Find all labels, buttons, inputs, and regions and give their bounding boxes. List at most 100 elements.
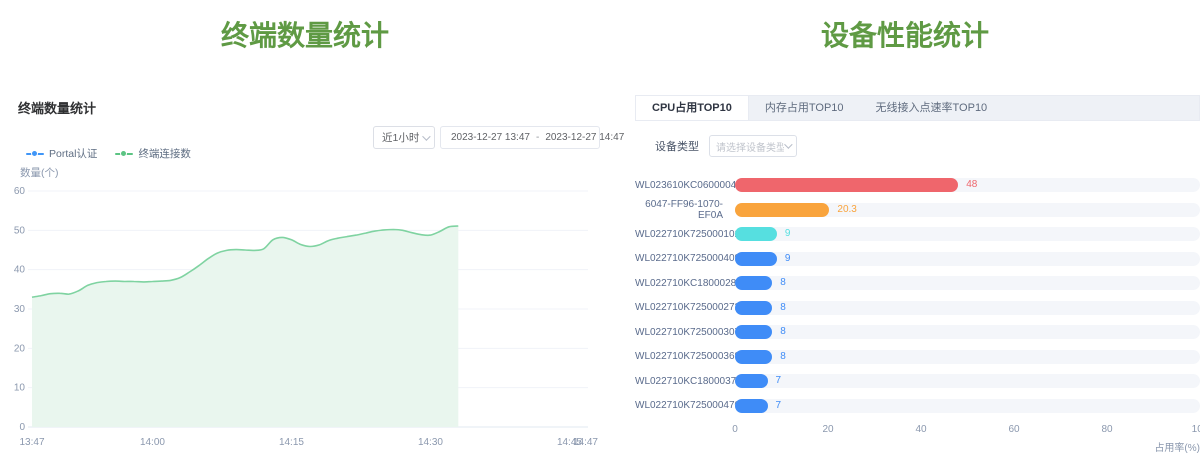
chevron-down-icon: [422, 132, 430, 140]
bar-category-label: WL023610KC06000043: [635, 180, 723, 191]
time-range-value: 近1小时: [382, 130, 419, 145]
bar-trackwrap: 9: [735, 252, 1200, 266]
bar-track: [735, 252, 1200, 266]
bar-track: [735, 325, 1200, 339]
x-tick-label: 100: [1192, 424, 1200, 435]
series-area-终端连接数: [32, 226, 458, 427]
legend-item[interactable]: 终端连接数: [115, 146, 191, 161]
axis-spacer: [635, 424, 735, 436]
cpu-top10-bar-chart: WL023610KC06000043 48 6047-FF96-1070-EF0A 2…: [635, 173, 1200, 454]
bar-category-label: WL022710K725000307: [635, 327, 723, 338]
bar-value-label: 20.3: [837, 204, 856, 215]
bar-fill: [735, 350, 772, 364]
legend-marker-icon: [26, 150, 44, 158]
bar-value-label: 9: [785, 253, 791, 264]
y-tick-label: 50: [14, 225, 26, 236]
bar-fill: [735, 301, 772, 315]
device-type-placeholder: 请选择设备类型: [716, 139, 784, 154]
x-tick-label: 0: [732, 424, 738, 435]
date-range-start: 2023-12-27 13:47: [451, 132, 530, 143]
bar-trackwrap: 8: [735, 301, 1200, 315]
y-tick-label: 30: [14, 304, 26, 315]
bar-category-label: WL022710K725000369: [635, 351, 723, 362]
terminal-count-area-chart: 010203040506013:4714:0014:1514:3014:4514…: [0, 183, 600, 456]
x-tick-label: 14:47: [573, 437, 598, 448]
bar-row: WL022710K725000307 8: [635, 320, 1200, 345]
bar-category-label: WL022710KC18000280: [635, 278, 723, 289]
bar-fill: [735, 203, 829, 217]
bar-fill: [735, 325, 772, 339]
bar-category-label: WL022710K725000272: [635, 302, 723, 313]
chart-legend: Portal认证 终端连接数: [26, 146, 191, 161]
bar-trackwrap: 8: [735, 276, 1200, 290]
y-tick-label: 20: [14, 343, 26, 354]
bar-trackwrap: 7: [735, 399, 1200, 413]
x-tick-label: 20: [822, 424, 833, 435]
bar-value-label: 9: [785, 228, 791, 239]
legend-item[interactable]: Portal认证: [26, 146, 97, 161]
bar-category-label: 6047-FF96-1070-EF0A: [635, 199, 723, 221]
bar-track: [735, 276, 1200, 290]
x-tick-label: 40: [915, 424, 926, 435]
x-tick-label: 14:30: [418, 437, 443, 448]
bar-fill: [735, 227, 777, 241]
legend-label: Portal认证: [49, 146, 97, 161]
device-perf-panel: CPU占用TOP10内存占用TOP10无线接入点速率TOP10 设备类型 请选择…: [635, 95, 1200, 454]
bar-track: [735, 350, 1200, 364]
bar-fill: [735, 276, 772, 290]
bar-trackwrap: 20.3: [735, 203, 1200, 217]
bar-row: WL022710KC18000280 8: [635, 271, 1200, 296]
bar-value-label: 7: [776, 400, 782, 411]
tab-CPU占用TOP10[interactable]: CPU占用TOP10: [636, 96, 749, 120]
dashboard-page: 终端数量统计 设备性能统计 终端数量统计 近1小时 2023-12-27 13:…: [0, 0, 1200, 456]
legend-label: 终端连接数: [138, 146, 191, 161]
left-section-heading: 终端数量统计: [0, 14, 610, 54]
bar-value-label: 48: [966, 179, 977, 190]
tab-bar: CPU占用TOP10内存占用TOP10无线接入点速率TOP10: [635, 95, 1200, 121]
bar-trackwrap: 7: [735, 374, 1200, 388]
y-tick-label: 0: [19, 422, 25, 433]
time-range-select[interactable]: 近1小时: [373, 126, 435, 149]
bar-row: WL022710K7250004707: [635, 394, 1200, 419]
bar-value-label: 8: [780, 302, 786, 313]
bar-row: WL022710K725000102 9: [635, 222, 1200, 247]
bar-track: [735, 374, 1200, 388]
bar-category-label: WL022710K725000409: [635, 253, 723, 264]
bar-trackwrap: 8: [735, 350, 1200, 364]
bar-fill: [735, 399, 768, 413]
right-section-heading: 设备性能统计: [610, 14, 1200, 54]
tab-内存占用TOP10[interactable]: 内存占用TOP10: [749, 96, 860, 120]
axis-ticks: 0 20 40 60 80 100: [735, 424, 1200, 436]
x-tick-label: 60: [1008, 424, 1019, 435]
bar-value-label: 8: [780, 326, 786, 337]
bar-fill: [735, 374, 768, 388]
bar-trackwrap: 48: [735, 178, 1200, 192]
y-tick-label: 60: [14, 186, 26, 197]
device-type-label: 设备类型: [655, 138, 699, 154]
bar-category-label: WL022710K725000102: [635, 229, 723, 240]
bar-row: WL022710KC18000372 7: [635, 369, 1200, 394]
x-tick-label: 13:47: [19, 437, 44, 448]
device-type-select[interactable]: 请选择设备类型: [709, 135, 797, 157]
date-range-separator: -: [534, 132, 541, 143]
bar-row: WL023610KC06000043 48: [635, 173, 1200, 198]
bar-track: [735, 301, 1200, 315]
bar-track: [735, 227, 1200, 241]
y-axis-name: 数量(个): [20, 165, 59, 180]
x-tick-label: 14:15: [279, 437, 304, 448]
bar-trackwrap: 9: [735, 227, 1200, 241]
bar-fill: [735, 252, 777, 266]
y-tick-label: 10: [14, 383, 26, 394]
bar-row: WL022710K725000409 9: [635, 247, 1200, 272]
date-range-picker[interactable]: 2023-12-27 13:47 - 2023-12-27 14:47: [440, 126, 600, 149]
tab-无线接入点速率TOP10[interactable]: 无线接入点速率TOP10: [860, 96, 1004, 120]
y-tick-label: 40: [14, 265, 26, 276]
x-tick-label: 80: [1101, 424, 1112, 435]
bar-category-label: WL022710KC18000372: [635, 376, 723, 387]
bar-fill: [735, 178, 958, 192]
bar-row: 6047-FF96-1070-EF0A 20.3: [635, 198, 1200, 223]
chevron-down-icon: [784, 140, 792, 148]
bar-value-label: 7: [776, 375, 782, 386]
legend-marker-icon: [115, 150, 133, 158]
device-type-row: 设备类型 请选择设备类型: [655, 135, 1200, 157]
